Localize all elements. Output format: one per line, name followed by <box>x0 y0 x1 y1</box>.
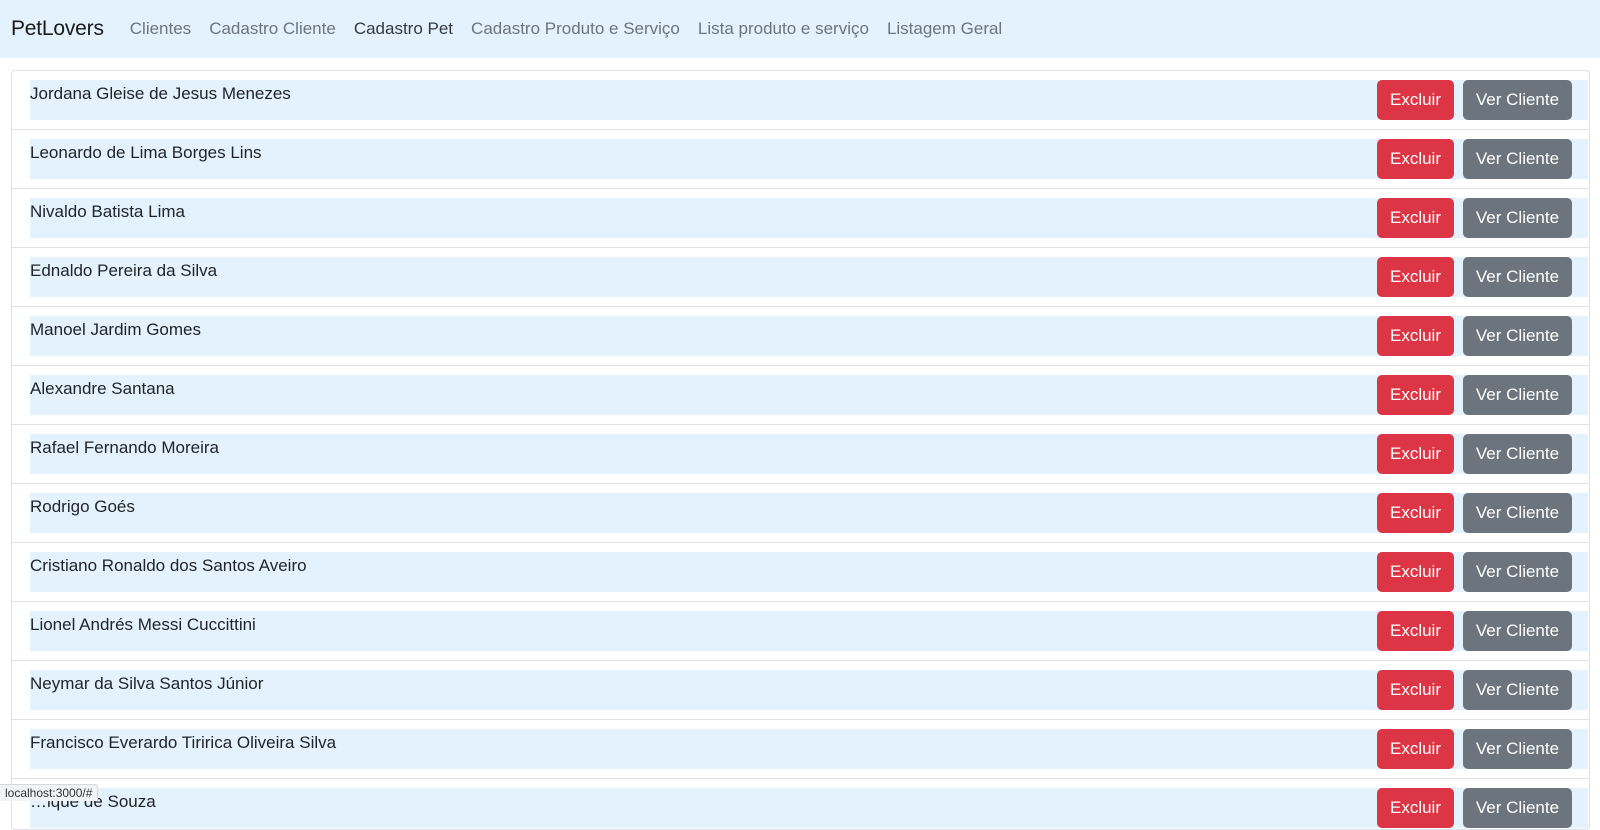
client-name: Francisco Everardo Tiririca Oliveira Sil… <box>30 733 337 752</box>
client-list-item: Manoel Jardim Gomes Excluir Ver Cliente <box>12 307 1589 366</box>
top-navbar: PetLovers Clientes Cadastro Cliente Cada… <box>0 0 1600 58</box>
client-name: Alexandre Santana <box>30 379 175 398</box>
client-name: Ednaldo Pereira da Silva <box>30 261 218 280</box>
client-name: Cristiano Ronaldo dos Santos Aveiro <box>30 556 307 575</box>
view-client-button[interactable]: Ver Cliente <box>1463 611 1572 651</box>
view-client-button[interactable]: Ver Cliente <box>1463 788 1572 828</box>
client-list-item: Rodrigo Goés Excluir Ver Cliente <box>12 484 1589 543</box>
client-row-highlight <box>30 198 1588 238</box>
delete-client-button[interactable]: Excluir <box>1377 316 1454 356</box>
nav-link-listagem-geral[interactable]: Listagem Geral <box>887 19 1002 39</box>
client-name: Lionel Andrés Messi Cuccittini <box>30 615 256 634</box>
client-name: Manoel Jardim Gomes <box>30 320 202 339</box>
delete-client-button[interactable]: Excluir <box>1377 788 1454 828</box>
client-row-highlight <box>30 139 1588 179</box>
client-list-item: Neymar da Silva Santos Júnior Excluir Ver … <box>12 661 1589 720</box>
view-client-button[interactable]: Ver Cliente <box>1463 139 1572 179</box>
delete-client-button[interactable]: Excluir <box>1377 434 1454 474</box>
delete-client-button[interactable]: Excluir <box>1377 729 1454 769</box>
client-row-highlight <box>30 316 1588 356</box>
client-row-highlight <box>30 611 1588 651</box>
brand-logo-text[interactable]: PetLovers <box>11 17 104 41</box>
delete-client-button[interactable]: Excluir <box>1377 670 1454 710</box>
client-row-highlight <box>30 434 1588 474</box>
view-client-button[interactable]: Ver Cliente <box>1463 257 1572 297</box>
view-client-button[interactable]: Ver Cliente <box>1463 316 1572 356</box>
client-list-item: Leonardo de Lima Borges Lins Excluir Ver C… <box>12 130 1589 189</box>
delete-client-button[interactable]: Excluir <box>1377 611 1454 651</box>
client-row-highlight <box>30 788 1588 828</box>
client-name: Rafael Fernando Moreira <box>30 438 219 457</box>
delete-client-button[interactable]: Excluir <box>1377 493 1454 533</box>
view-client-button[interactable]: Ver Cliente <box>1463 434 1572 474</box>
delete-client-button[interactable]: Excluir <box>1377 257 1454 297</box>
client-list-item: Francisco Everardo Tiririca Oliveira Sil… <box>12 720 1589 779</box>
client-row-highlight <box>30 257 1588 297</box>
client-list: Jordana Gleise de Jesus Menezes Excluir Ve… <box>11 70 1590 830</box>
nav-link-cadastro-cliente[interactable]: Cadastro Cliente <box>209 19 336 39</box>
view-client-button[interactable]: Ver Cliente <box>1463 670 1572 710</box>
client-name: Nivaldo Batista Lima <box>30 202 185 221</box>
client-list-item: Cristiano Ronaldo dos Santos Aveiro Exclu… <box>12 543 1589 602</box>
client-list-item: Ednaldo Pereira da Silva Excluir Ver Clien… <box>12 248 1589 307</box>
view-client-button[interactable]: Ver Cliente <box>1463 552 1572 592</box>
client-row-highlight <box>30 375 1588 415</box>
client-name: Neymar da Silva Santos Júnior <box>30 674 264 693</box>
client-list-item: Lionel Andrés Messi Cuccittini Excluir Ver… <box>12 602 1589 661</box>
client-list-item: Alexandre Santana Excluir Ver Cliente <box>12 366 1589 425</box>
view-client-button[interactable]: Ver Cliente <box>1463 493 1572 533</box>
status-bar-url: localhost:3000/# <box>0 784 99 801</box>
delete-client-button[interactable]: Excluir <box>1377 375 1454 415</box>
delete-client-button[interactable]: Excluir <box>1377 552 1454 592</box>
nav-link-clientes[interactable]: Clientes <box>130 19 191 39</box>
client-list-item: Rafael Fernando Moreira Excluir Ver Client… <box>12 425 1589 484</box>
client-row-highlight <box>30 493 1588 533</box>
client-list-item: Nivaldo Batista Lima Excluir Ver Cliente <box>12 189 1589 248</box>
client-list-item: …ique de Souza Excluir Ver Cliente <box>12 779 1589 829</box>
client-name: Jordana Gleise de Jesus Menezes <box>30 84 291 103</box>
client-name: Leonardo de Lima Borges Lins <box>30 143 262 162</box>
view-client-button[interactable]: Ver Cliente <box>1463 80 1572 120</box>
delete-client-button[interactable]: Excluir <box>1377 80 1454 120</box>
nav-link-cadastro-produto-servico[interactable]: Cadastro Produto e Serviço <box>471 19 680 39</box>
client-list-item: Jordana Gleise de Jesus Menezes Excluir Ve… <box>12 71 1589 130</box>
delete-client-button[interactable]: Excluir <box>1377 139 1454 179</box>
view-client-button[interactable]: Ver Cliente <box>1463 375 1572 415</box>
nav-link-cadastro-pet[interactable]: Cadastro Pet <box>354 19 453 39</box>
nav-link-lista-produto-servico[interactable]: Lista produto e serviço <box>698 19 869 39</box>
client-row-highlight <box>30 670 1588 710</box>
view-client-button[interactable]: Ver Cliente <box>1463 729 1572 769</box>
delete-client-button[interactable]: Excluir <box>1377 198 1454 238</box>
client-name: Rodrigo Goés <box>30 497 135 516</box>
view-client-button[interactable]: Ver Cliente <box>1463 198 1572 238</box>
